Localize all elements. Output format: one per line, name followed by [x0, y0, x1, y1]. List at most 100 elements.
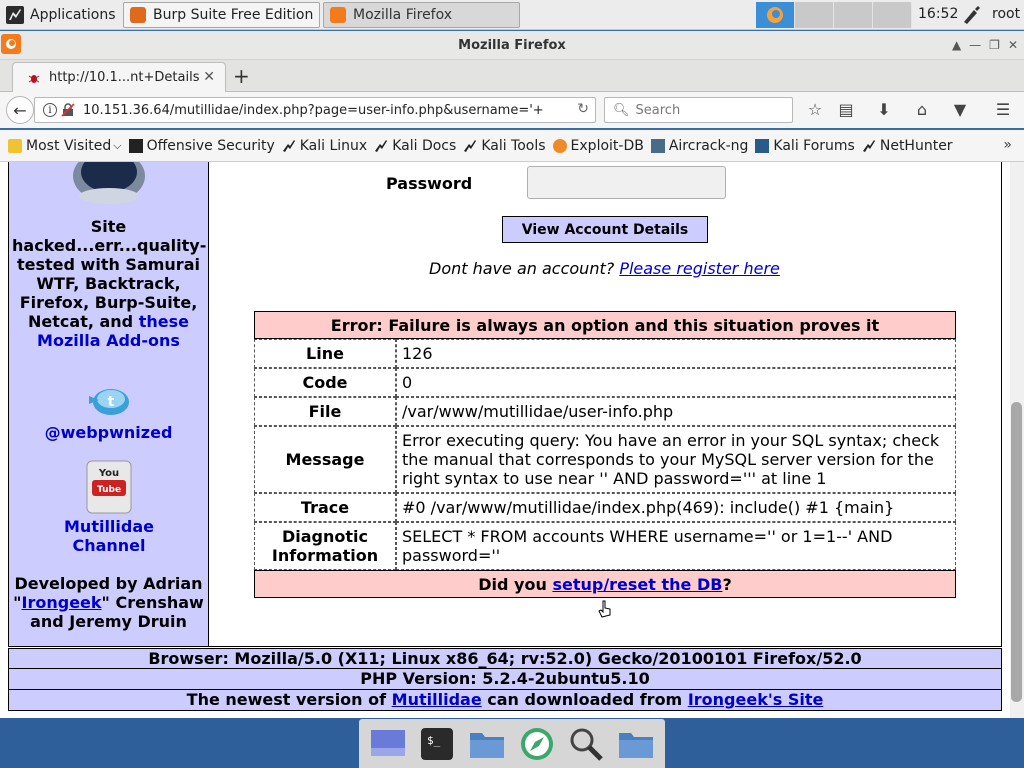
- maximize-icon[interactable]: ❐: [989, 38, 1000, 52]
- minimize-icon[interactable]: —: [969, 38, 981, 52]
- hand-cursor-icon: [598, 600, 611, 618]
- bookmark-kali-linux[interactable]: Kali Linux: [282, 138, 367, 154]
- table-row: File /var/www/mutillidae/user-info.php: [254, 397, 956, 426]
- error-row-value: Error executing query: You have an error…: [396, 426, 956, 493]
- tab-active[interactable]: http://10.1...nt+Details ✕: [12, 62, 226, 92]
- password-input[interactable]: [527, 166, 726, 199]
- bookmark-star-icon[interactable]: ☆: [804, 100, 826, 122]
- folder-icon: [8, 138, 22, 153]
- taskbar-burp-suite[interactable]: Burp Suite Free Edition ...: [123, 2, 320, 28]
- bookmark-offensive-security[interactable]: Offensive Security: [128, 137, 275, 154]
- folder-icon: [619, 732, 654, 758]
- mutillidae-channel-link[interactable]: Mutillidae Channel: [59, 517, 159, 555]
- view-account-details-button[interactable]: View Account Details: [502, 216, 708, 243]
- irongeek-site-link[interactable]: Irongeek's Site: [688, 690, 824, 709]
- hamburger-menu-icon[interactable]: ☰: [992, 100, 1014, 122]
- dock-desktop-launcher[interactable]: [369, 725, 407, 763]
- bookmark-label: Kali Docs: [392, 137, 457, 154]
- aircrack-icon: [650, 138, 665, 153]
- home-icon[interactable]: ⌂: [911, 100, 933, 122]
- dock-web-browser[interactable]: [518, 725, 556, 763]
- pocket-icon[interactable]: ▼: [949, 100, 971, 122]
- dock-folder[interactable]: [617, 725, 655, 763]
- workspace-2[interactable]: [795, 2, 834, 28]
- page-viewport: Site hacked...err...quality-tested with …: [0, 162, 1024, 718]
- bookmark-aircrack-ng[interactable]: Aircrack-ng: [650, 137, 749, 154]
- search-icon: 🔍︎: [613, 102, 630, 118]
- site-info-icon[interactable]: i: [43, 103, 57, 117]
- svg-text:t: t: [108, 394, 115, 410]
- firefox-icon: [330, 7, 346, 23]
- kali-dragon-icon: [464, 139, 477, 152]
- search-placeholder: Search: [635, 102, 681, 118]
- workspace-switcher: [756, 2, 912, 28]
- twitter-link[interactable]: @webpwnized: [9, 423, 208, 442]
- table-row: Code 0: [254, 368, 956, 397]
- register-link[interactable]: Please register here: [619, 259, 780, 278]
- back-button[interactable]: ←: [6, 96, 34, 124]
- workspace-3[interactable]: [834, 2, 873, 28]
- window-up-icon[interactable]: ▲: [952, 38, 961, 52]
- kali-forums-icon: [755, 138, 770, 153]
- error-row-label: Diagnotic Information: [254, 522, 396, 570]
- magnifier-icon: [570, 728, 604, 761]
- offsec-icon: [128, 138, 143, 153]
- sidebar-hacked-text-block: Site hacked...err...quality-tested with …: [9, 217, 208, 350]
- dock-file-manager[interactable]: [468, 725, 506, 763]
- bookmark-kali-tools[interactable]: Kali Tools: [463, 138, 546, 154]
- mutillidae-page: Site hacked...err...quality-tested with …: [8, 162, 1002, 711]
- url-text[interactable]: 10.151.36.64/mutillidae/index.php?page=u…: [83, 103, 563, 118]
- reload-icon[interactable]: ↻: [577, 101, 589, 117]
- bookmark-most-visited[interactable]: Most Visited ⌵: [8, 138, 122, 154]
- workspace-1[interactable]: [756, 2, 795, 28]
- bookmark-label: Offensive Security: [146, 137, 275, 154]
- taskbar-firefox-label: Mozilla Firefox: [353, 7, 453, 23]
- bookmark-kali-docs[interactable]: Kali Docs: [374, 138, 456, 154]
- error-header: Error: Failure is always an option and t…: [254, 311, 956, 339]
- page-footer: Browser: Mozilla/5.0 (X11; Linux x86_64;…: [8, 648, 1002, 711]
- insecure-lock-icon[interactable]: [61, 103, 75, 117]
- bookmark-label: Aircrack-ng: [668, 137, 749, 154]
- youtube-icon[interactable]: You Tube: [86, 460, 132, 514]
- error-row-value: #0 /var/www/mutillidae/index.php(469): i…: [396, 493, 956, 522]
- table-row: Line 126: [254, 339, 956, 368]
- dock-terminal[interactable]: $_: [418, 725, 456, 763]
- scrollbar-thumb[interactable]: [1011, 402, 1022, 702]
- workspace-4[interactable]: [873, 2, 912, 28]
- error-row-value: 0: [396, 368, 956, 397]
- url-bar[interactable]: i 10.151.36.64/mutillidae/index.php?page…: [34, 97, 596, 123]
- applications-menu[interactable]: Applications: [2, 3, 120, 27]
- kali-dragon-icon: [282, 139, 295, 152]
- new-tab-button[interactable]: +: [233, 64, 250, 88]
- svg-text:$_: $_: [427, 734, 441, 747]
- window-titlebar[interactable]: Mozilla Firefox ▲ — ❐ ✕: [0, 31, 1024, 60]
- kali-dragon-icon: [6, 6, 24, 24]
- bookmark-nethunter[interactable]: NetHunter: [862, 138, 953, 154]
- password-label: Password: [386, 174, 473, 193]
- newest-middle: can downloaded from: [487, 690, 683, 709]
- tab-close-icon[interactable]: ✕: [203, 69, 215, 85]
- pen-tool-icon[interactable]: [960, 4, 982, 26]
- desktop-icon: [370, 729, 405, 756]
- svg-text:You: You: [98, 468, 119, 479]
- mutillidae-link[interactable]: Mutillidae: [392, 690, 482, 709]
- taskbar-burp-label: Burp Suite Free Edition ...: [153, 7, 320, 23]
- close-icon[interactable]: ✕: [1008, 38, 1018, 52]
- dock-search[interactable]: [567, 725, 605, 763]
- bookmark-label: Kali Linux: [299, 137, 368, 154]
- applications-label: Applications: [30, 7, 116, 23]
- user-menu[interactable]: root: [992, 6, 1020, 22]
- taskbar-firefox[interactable]: Mozilla Firefox: [323, 2, 520, 28]
- downloads-icon[interactable]: ⬇: [873, 100, 895, 122]
- setup-reset-db-link[interactable]: setup/reset the DB: [552, 575, 722, 594]
- bookmark-exploit-db[interactable]: Exploit-DB: [552, 138, 644, 154]
- clock[interactable]: 16:52: [918, 6, 958, 22]
- table-row: Message Error executing query: You have …: [254, 426, 956, 493]
- bookmarks-overflow-icon[interactable]: »: [1003, 137, 1012, 153]
- bookmark-label: Most Visited: [26, 137, 112, 154]
- search-bar[interactable]: 🔍︎ Search: [604, 97, 793, 123]
- irongeek-link[interactable]: Irongeek: [22, 593, 102, 612]
- error-footer-suffix: ?: [722, 574, 732, 594]
- reading-list-icon[interactable]: ▤: [835, 100, 857, 122]
- bookmark-kali-forums[interactable]: Kali Forums: [755, 138, 855, 154]
